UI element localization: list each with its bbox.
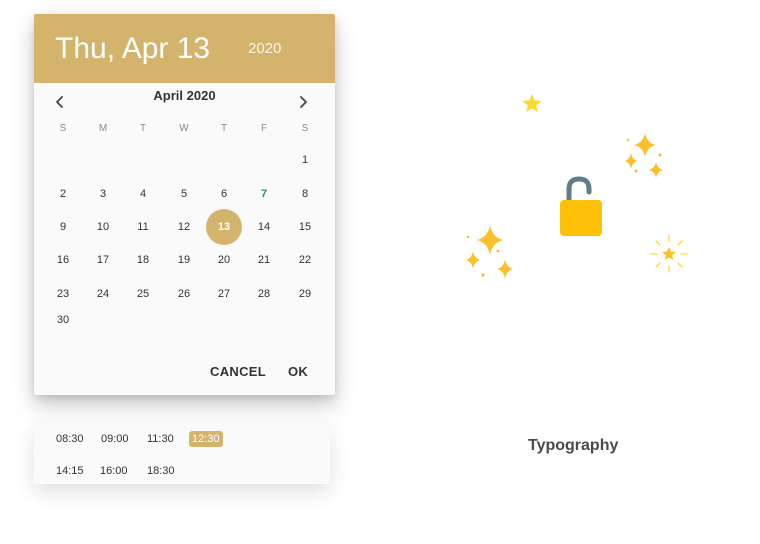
weekday-label: M — [98, 123, 108, 134]
calendar-day[interactable]: 17 — [86, 243, 120, 277]
selected-year[interactable]: 2020 — [248, 40, 281, 58]
calendar-day[interactable]: 19 — [167, 243, 201, 277]
calendar-day[interactable]: 9 — [46, 210, 80, 244]
calendar-day[interactable]: 25 — [126, 277, 160, 311]
weekday-label: S — [301, 123, 309, 134]
weekday-label: F — [260, 123, 268, 134]
calendar-day[interactable]: 24 — [86, 277, 120, 311]
unlock-illustration — [466, 94, 688, 279]
calendar-day[interactable]: 2 — [46, 177, 80, 211]
calendar-day[interactable]: 5 — [167, 177, 201, 211]
star-icon — [522, 94, 542, 112]
selected-day[interactable]: 13 — [206, 209, 242, 245]
time-slot[interactable]: 09:00 — [98, 431, 132, 447]
cancel-button[interactable]: CANCEL — [210, 364, 266, 380]
calendar-day[interactable]: 30 — [46, 303, 80, 337]
calendar-day[interactable]: 22 — [288, 243, 322, 277]
time-slot[interactable]: 16:00 — [97, 463, 131, 479]
calendar-day[interactable]: 14 — [247, 210, 281, 244]
today-day[interactable]: 7 — [247, 177, 281, 211]
calendar-day[interactable]: 16 — [46, 243, 80, 277]
calendar-day[interactable]: 29 — [288, 277, 322, 311]
time-slot[interactable]: 12:30 — [189, 431, 223, 447]
time-slot-panel: 08:30 09:00 11:30 12:30 14:15 16:00 18:30 — [34, 423, 330, 484]
calendar-day[interactable]: 6 — [207, 177, 241, 211]
calendar-day[interactable]: 3 — [86, 177, 120, 211]
time-slot[interactable]: 11:30 — [144, 431, 177, 447]
time-slot[interactable]: 18:30 — [144, 463, 178, 479]
calendar-day[interactable]: 20 — [207, 243, 241, 277]
calendar-day[interactable]: 10 — [86, 210, 120, 244]
picker-header: Thu, Apr 13 2020 — [34, 14, 335, 83]
lock-icon — [560, 176, 602, 236]
calendar-day[interactable]: 12 — [167, 210, 201, 244]
weekday-label: W — [179, 123, 189, 134]
calendar-day[interactable]: 1 — [288, 143, 322, 177]
chevron-right-icon — [300, 96, 307, 108]
weekday-label: T — [139, 123, 147, 134]
calendar-day[interactable]: 15 — [288, 210, 322, 244]
calendar-day[interactable]: 11 — [126, 210, 160, 244]
calendar-day[interactable]: 18 — [126, 243, 160, 277]
calendar-day[interactable]: 26 — [167, 277, 201, 311]
calendar-day[interactable]: 8 — [288, 177, 322, 211]
weekday-label: T — [220, 123, 228, 134]
next-month-button[interactable] — [291, 90, 315, 114]
weekday-label: S — [59, 123, 67, 134]
sparkles-icon — [466, 225, 513, 279]
calendar-day[interactable]: 28 — [247, 277, 281, 311]
sparkles-icon — [625, 133, 663, 178]
selected-date-title[interactable]: Thu, Apr 13 — [55, 31, 210, 67]
time-slot[interactable]: 14:15 — [53, 463, 87, 479]
ok-button[interactable]: OK — [288, 364, 308, 380]
time-slot[interactable]: 08:30 — [53, 431, 87, 447]
calendar-day[interactable]: 4 — [126, 177, 160, 211]
month-title: April 2020 — [153, 88, 216, 103]
typography-label: Typography — [528, 437, 619, 454]
calendar-day[interactable]: 27 — [207, 277, 241, 311]
glitter-star-icon — [650, 234, 688, 273]
date-picker: Thu, Apr 13 2020 April 2020 SMTWTFS 1234… — [34, 14, 335, 395]
calendar-day[interactable]: 21 — [247, 243, 281, 277]
